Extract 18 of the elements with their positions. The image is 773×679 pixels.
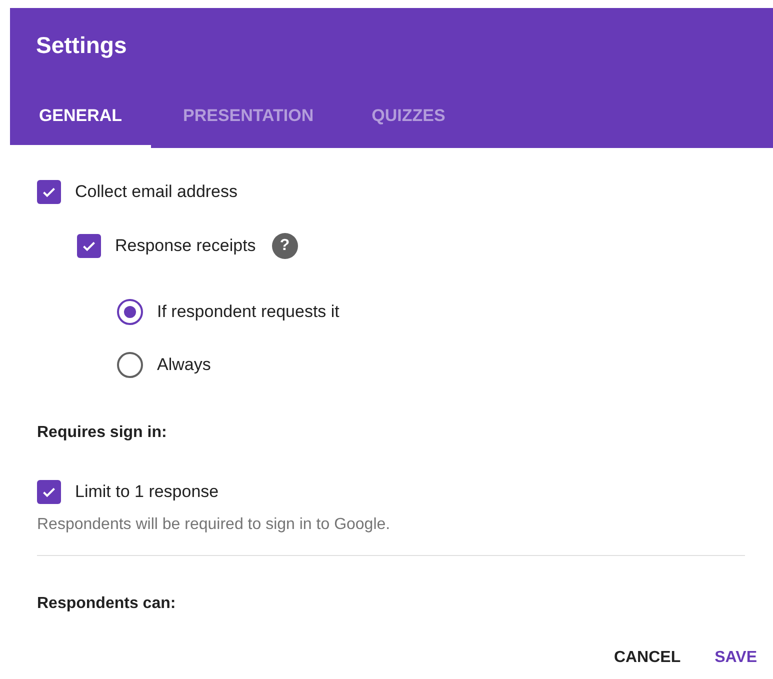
checkbox[interactable] [77, 234, 101, 258]
checkbox[interactable] [37, 480, 61, 504]
option-label: Always [157, 354, 211, 376]
option-label: Response receipts [115, 235, 256, 258]
save-button[interactable]: SAVE [702, 640, 769, 676]
helper-text: Respondents will be required to sign in to Google. [37, 515, 392, 535]
checkbox[interactable] [37, 180, 61, 204]
option-label: Collect email address [75, 181, 238, 204]
radio-button[interactable] [117, 298, 143, 324]
option-label: Limit to 1 response [75, 481, 219, 504]
help-icon[interactable]: ? [272, 233, 298, 259]
dialog-title: Settings [35, 31, 128, 60]
radio-button[interactable] [117, 352, 143, 378]
section-heading: Respondents can: [37, 594, 177, 614]
cancel-button[interactable]: CANCEL [602, 640, 693, 676]
section-heading: Requires sign in: [37, 423, 168, 443]
option-label: If respondent requests it [157, 300, 340, 323]
tab[interactable]: GENERAL [10, 86, 151, 148]
